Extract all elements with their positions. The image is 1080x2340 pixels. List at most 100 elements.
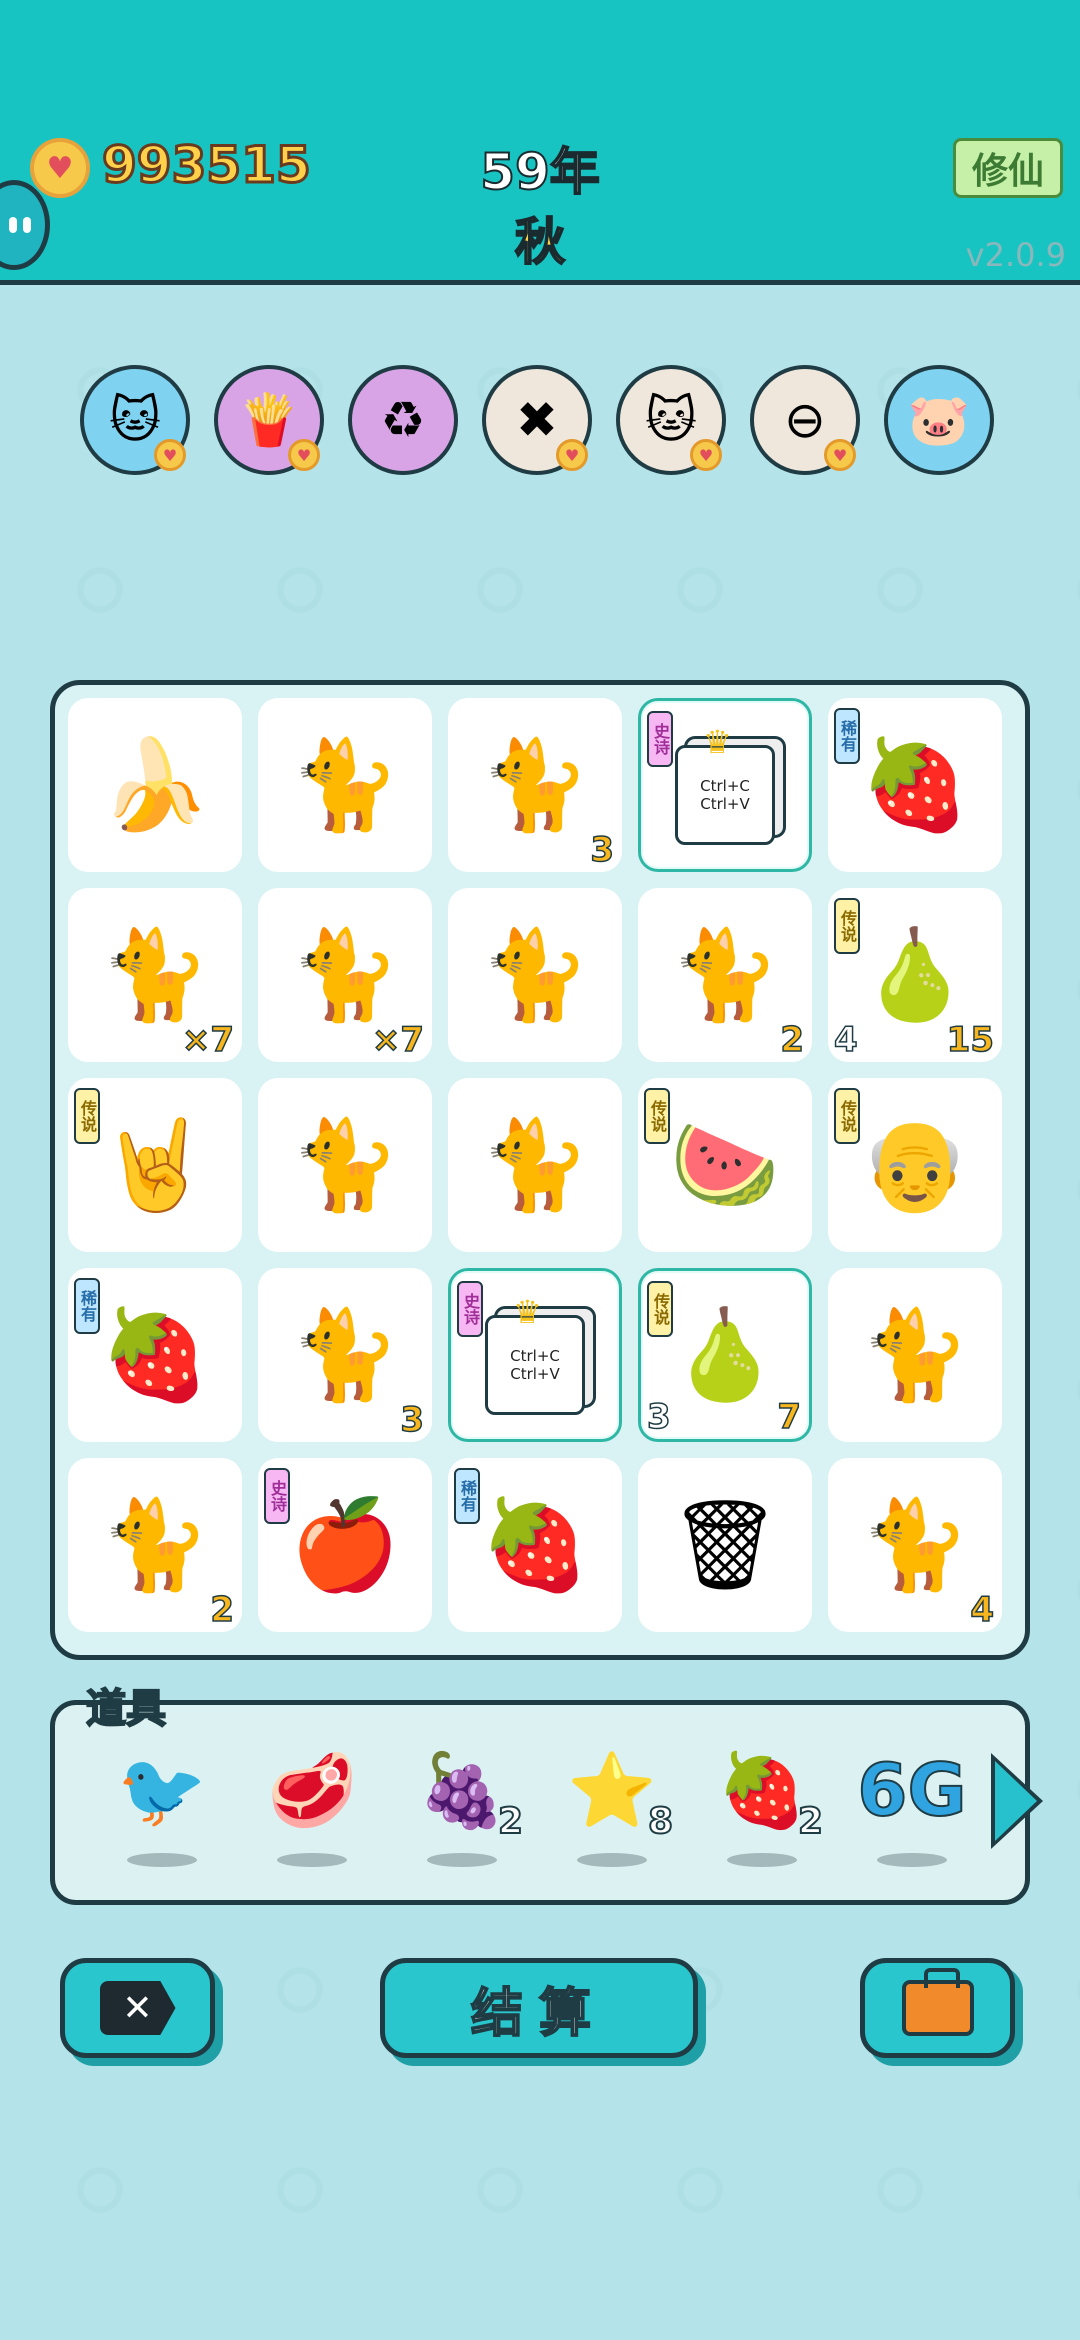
board-cell[interactable]: 🐈 4 [828, 1458, 1002, 1632]
apple-icon: 🍎 [290, 1493, 400, 1596]
bayberry-icon: 🍇 [417, 1748, 507, 1832]
delete-button[interactable]: ✕ [60, 1958, 215, 2058]
star-icon: ⭐ [567, 1748, 657, 1832]
board-cell[interactable]: 🤘 传说 [68, 1078, 242, 1252]
powerup-delete-tag-button[interactable]: ✖ ♥ [482, 365, 592, 475]
board-cell[interactable]: 🐈 2 [638, 888, 812, 1062]
crowned-pear-icon: 🍐 [860, 923, 970, 1026]
cell-count: 3 [590, 829, 615, 871]
recycle-icon: ♻ [380, 391, 426, 449]
6g-icon: 6G [856, 1748, 967, 1832]
minus-icon: ⊖ [784, 391, 826, 449]
board-cell[interactable]: 🍌 [68, 698, 242, 872]
board-cell[interactable]: 🍐 传说 15 4 [828, 888, 1002, 1062]
crown-icon: ♛ [703, 723, 732, 761]
board-cell[interactable]: 🍓 稀有 [448, 1458, 622, 1632]
powerup-minus-button[interactable]: ⊖ ♥ [750, 365, 860, 475]
fries-icon: 🍟 [237, 390, 301, 449]
board-cell[interactable]: 🍓 稀有 [68, 1268, 242, 1442]
tool-count: 2 [797, 1800, 824, 1843]
board-cell[interactable]: 🍎 史诗 [258, 1458, 432, 1632]
mode-button[interactable]: 修仙 [953, 138, 1063, 198]
cat-icon: 🐈 [100, 923, 210, 1026]
bird-icon: 🐦 [117, 1748, 207, 1832]
coin-icon: ♥ [30, 138, 90, 198]
tool-shadow [727, 1853, 797, 1867]
powerup-cat-hole-button[interactable]: 🐱 ♥ [80, 365, 190, 475]
board-cell[interactable]: 🐈 3 [258, 1268, 432, 1442]
board-cell[interactable]: 🐈 [828, 1268, 1002, 1442]
cat-icon: 🐈 [290, 1303, 400, 1406]
cell-count: 2 [210, 1589, 235, 1631]
bag-button[interactable] [860, 1958, 1015, 2058]
board-cell[interactable]: 🐈 [258, 698, 432, 872]
tools-label: 道具 [85, 1685, 167, 1733]
board-cell[interactable]: 👴 传说 [828, 1078, 1002, 1252]
tool-count: 8 [647, 1800, 674, 1843]
tool-bayberry[interactable]: 🍇 2 [407, 1745, 524, 1875]
rank-badge-epic: 史诗 [457, 1281, 483, 1337]
cat-icon: 🐈 [290, 1113, 400, 1216]
next-arrow-icon[interactable] [991, 1753, 1043, 1849]
tool-shadow [877, 1853, 947, 1867]
tool-6g[interactable]: 6G [856, 1745, 968, 1875]
season-label: 秋 [514, 212, 566, 272]
ctrl-c-text: Ctrl+C [510, 1347, 560, 1365]
rank-badge-legend: 传说 [647, 1281, 673, 1337]
tool-bird[interactable]: 🐦 [107, 1745, 217, 1875]
rank-badge-rare: 稀有 [74, 1278, 100, 1334]
cats-pair-icon: 🐱 [644, 391, 698, 449]
briefcase-icon [901, 1968, 974, 2036]
board-cell[interactable]: 🐈 [448, 888, 622, 1062]
board-cell[interactable]: 🐈 ×7 [258, 888, 432, 1062]
cat-icon: 🐈 [290, 733, 400, 836]
powerup-cats-pair-button[interactable]: 🐱 ♥ [616, 365, 726, 475]
tool-shadow [577, 1853, 647, 1867]
board-cell[interactable]: 🐈 2 [68, 1458, 242, 1632]
crowned-grandpa-icon: 👴 [860, 1113, 970, 1216]
cell-count-left: 3 [646, 1396, 671, 1438]
powerup-piggy-bank-button[interactable]: 🐷 [884, 365, 994, 475]
lychee-icon: 🍓 [860, 733, 970, 836]
board-cell[interactable]: ♛ Ctrl+C Ctrl+V 史诗 [448, 1268, 622, 1442]
cell-count: 7 [777, 1396, 802, 1438]
board-cell[interactable]: 🐈 ×7 [68, 888, 242, 1062]
lychee-icon: 🍓 [100, 1303, 210, 1406]
powerup-recycle-button[interactable]: ♻ [348, 365, 458, 475]
board-cell[interactable]: ♛ Ctrl+C Ctrl+V 史诗 [638, 698, 812, 872]
game-board: 🍌 🐈 🐈 3 ♛ Ctrl+C Ctrl+V 史诗 🍓 稀有 🐈 ×7 🐈 ×7 🐈 🐈 2 🍐 传说 15 4 🤘 传说… [50, 680, 1030, 1660]
rank-badge-epic: 史诗 [264, 1468, 290, 1524]
board-cell[interactable]: 🍐 传说 7 3 [638, 1268, 812, 1442]
heart-badge-icon: ♥ [288, 439, 320, 471]
cat-icon: 🐈 [480, 923, 590, 1026]
piggy-bank-icon: 🐷 [907, 390, 971, 449]
banana-icon: 🍌 [100, 733, 210, 836]
board-cell[interactable]: 🐈 [258, 1078, 432, 1252]
powerup-fries-button[interactable]: 🍟 ♥ [214, 365, 324, 475]
tool-shadow [427, 1853, 497, 1867]
cell-count: 4 [970, 1589, 995, 1631]
lychee-icon: 🍓 [480, 1493, 590, 1596]
board-cell[interactable]: 🍓 稀有 [828, 698, 1002, 872]
rank-badge-legend: 传说 [834, 898, 860, 954]
board-cell[interactable]: 🐈 3 [448, 698, 622, 872]
cat-icon: 🐈 [670, 923, 780, 1026]
crown-icon: ♛ [513, 1293, 542, 1331]
cell-count: 15 [946, 1019, 995, 1061]
board-cell[interactable]: 🗑 [638, 1458, 812, 1632]
heart-badge-icon: ♥ [690, 439, 722, 471]
settle-button[interactable]: 结算 [380, 1958, 698, 2058]
cat-icon: 🐈 [100, 1493, 210, 1596]
cell-count: 2 [780, 1019, 805, 1061]
rank-badge-legend: 传说 [74, 1088, 100, 1144]
cat-icon: 🐈 [290, 923, 400, 1026]
tool-strawberry[interactable]: 🍓 2 [707, 1745, 824, 1875]
tool-liver[interactable]: 🥩 [257, 1745, 367, 1875]
cell-count-left: 4 [833, 1019, 858, 1061]
board-cell[interactable]: 🐈 [448, 1078, 622, 1252]
liver-icon: 🥩 [267, 1748, 357, 1832]
tool-star[interactable]: ⭐ 8 [557, 1745, 674, 1875]
board-cell[interactable]: 🍉 传说 [638, 1078, 812, 1252]
coin-count: 993515 [101, 135, 313, 196]
ctrl-c-text: Ctrl+C [700, 777, 750, 795]
